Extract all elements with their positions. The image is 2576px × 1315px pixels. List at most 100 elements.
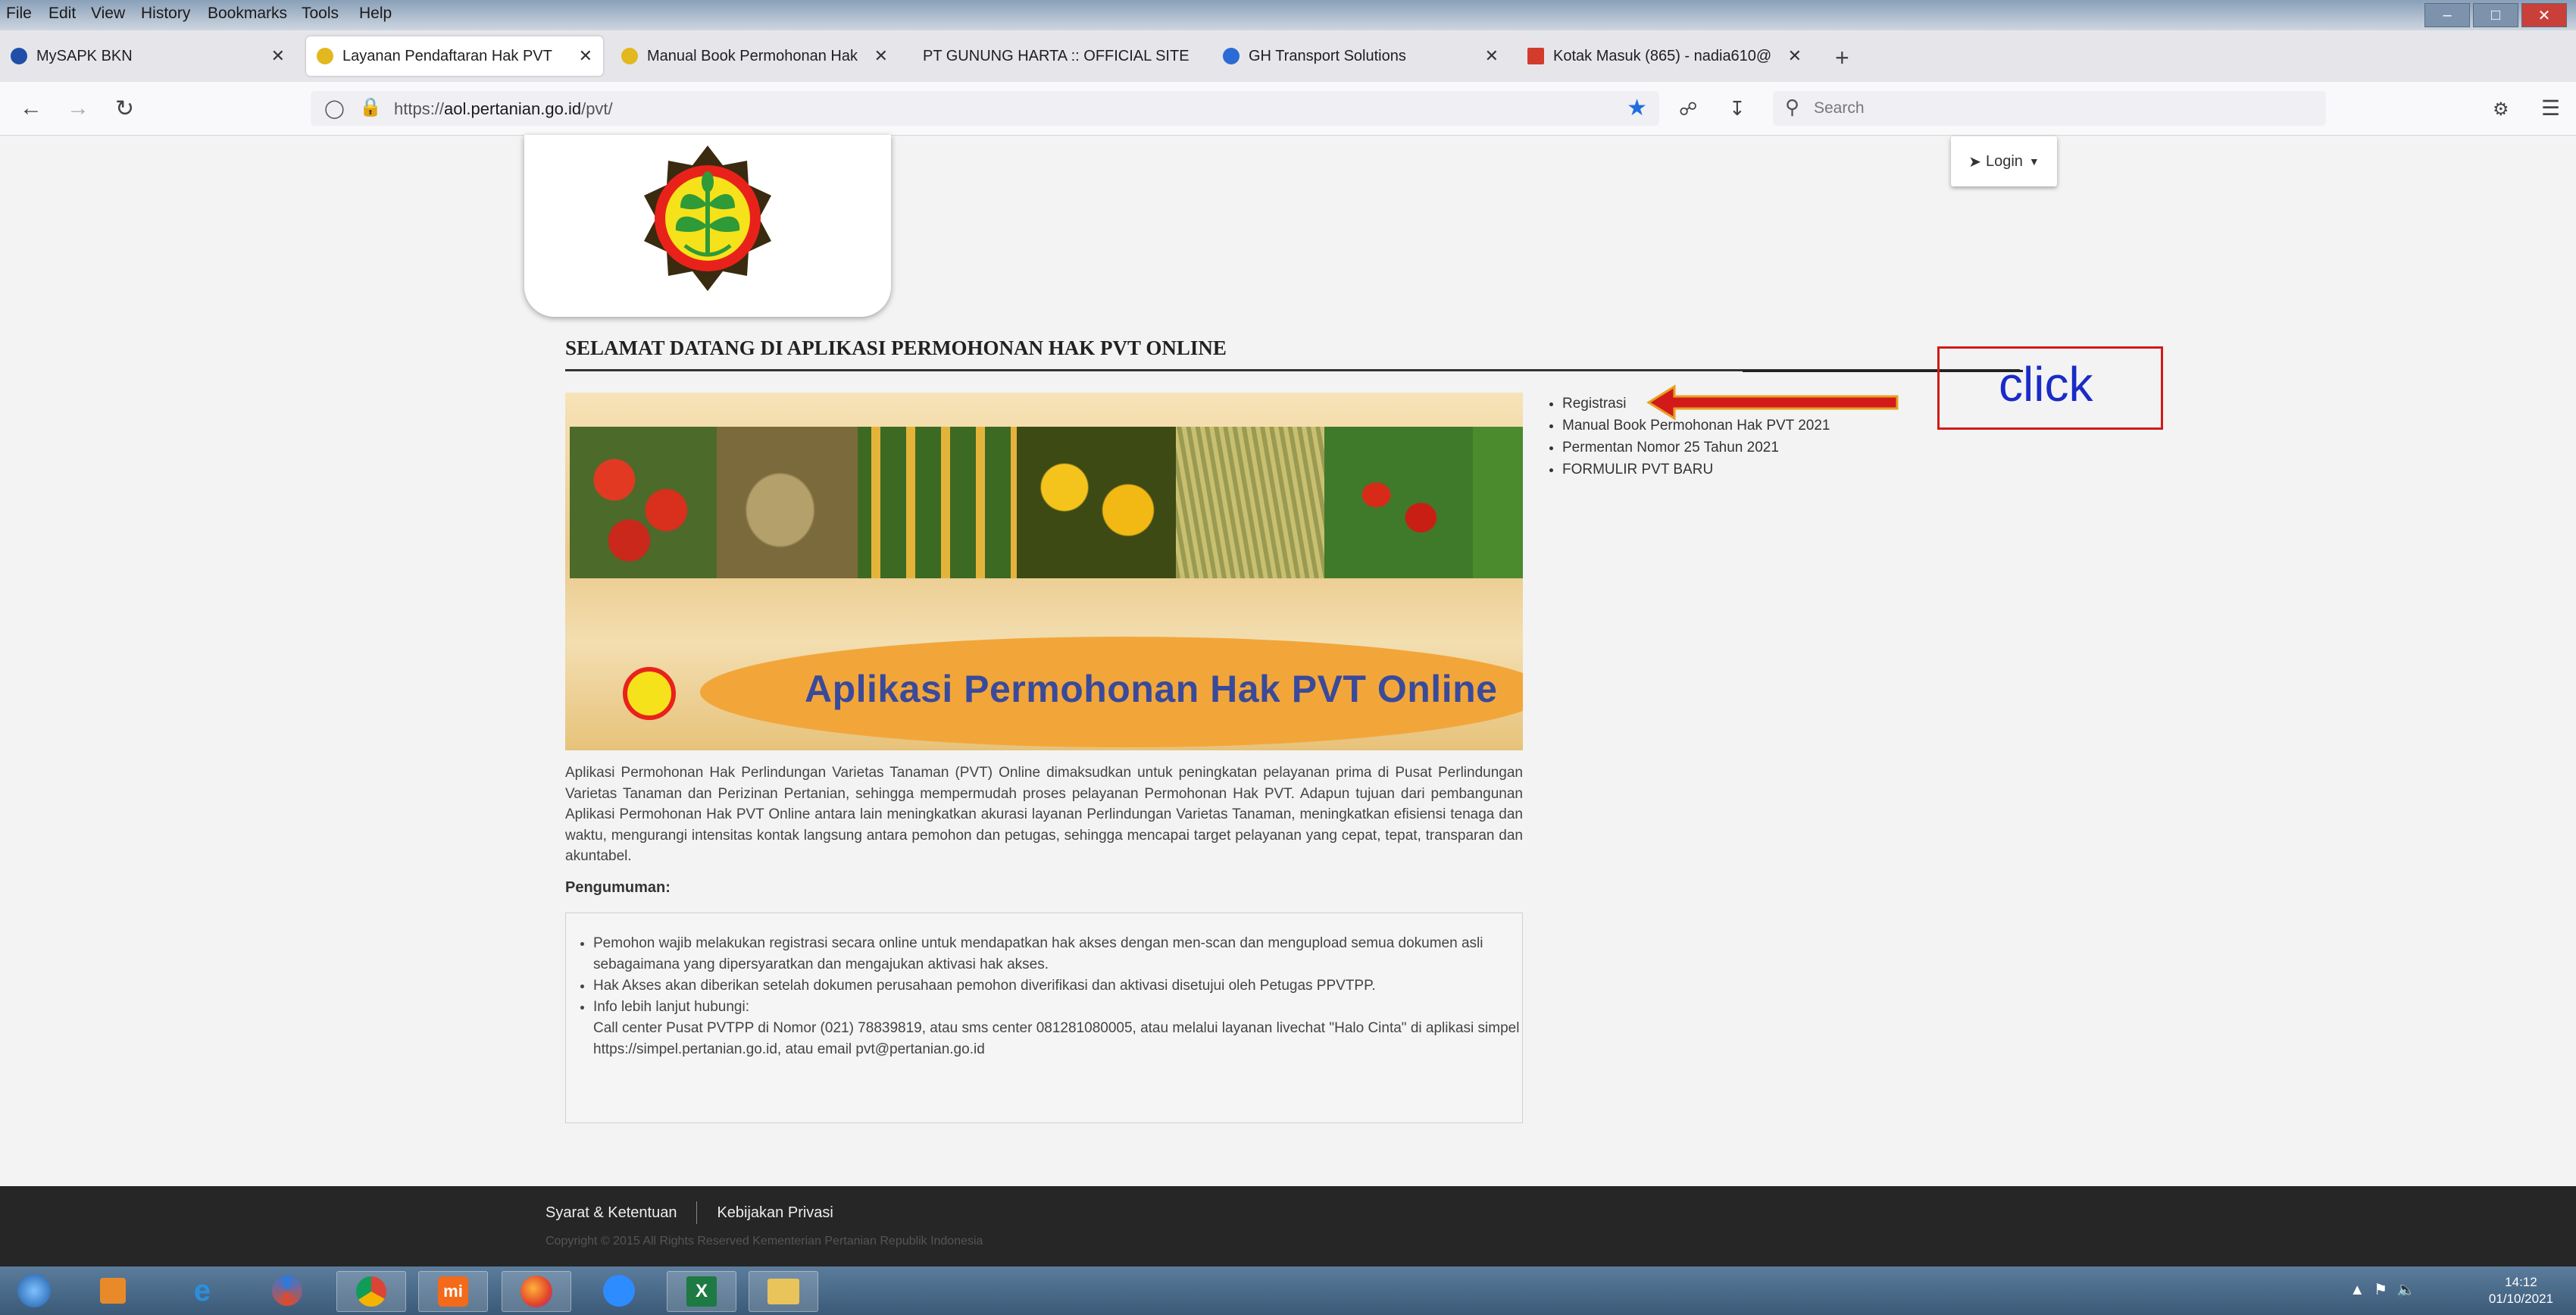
bookmark-star-icon[interactable]: ★	[1627, 95, 1647, 121]
taskbar-excel[interactable]: X	[667, 1271, 736, 1312]
windows-start-icon	[17, 1274, 51, 1307]
pocket-icon[interactable]: ☍	[1679, 99, 1697, 121]
tab-title: Manual Book Permohonan Hak	[647, 47, 858, 64]
tab-favicon-icon	[1223, 48, 1240, 64]
maximize-icon[interactable]: □	[2473, 3, 2518, 27]
taskbar-media-player[interactable]	[79, 1271, 147, 1310]
page-title: SELAMAT DATANG DI APLIKASI PERMOHONAN HA…	[565, 337, 1227, 359]
menu-bookmarks[interactable]: Bookmarks	[208, 5, 287, 23]
tab-gmail[interactable]: Kotak Masuk (865) - nadia610@ ✕	[1517, 36, 1812, 76]
search-box[interactable]: ⚲ Search	[1773, 91, 2326, 126]
close-tab-icon[interactable]: ✕	[1788, 46, 1802, 66]
close-tab-icon[interactable]: ✕	[1485, 46, 1499, 66]
lock-icon[interactable]: 🔒	[359, 96, 382, 118]
tab-mysapk[interactable]: MySAPK BKN ✕	[0, 36, 295, 76]
kementan-logo	[644, 146, 771, 291]
taskbar-app[interactable]	[253, 1271, 321, 1310]
taskbar-file-explorer[interactable]	[749, 1271, 818, 1312]
chrome-icon	[356, 1276, 386, 1307]
taskbar-mi[interactable]: mi	[418, 1271, 488, 1312]
close-tab-icon[interactable]: ✕	[271, 46, 285, 66]
address-bar[interactable]: ◯ 🔒 https://aol.pertanian.go.id/pvt/ ★	[311, 91, 1659, 126]
gmail-icon	[1527, 48, 1544, 64]
taskbar-internet-explorer[interactable]: e	[168, 1271, 236, 1310]
navigation-bar: ← → ↻ ◯ 🔒 https://aol.pertanian.go.id/pv…	[0, 82, 2576, 136]
footer-link-privacy[interactable]: Kebijakan Privasi	[717, 1204, 833, 1222]
url-text[interactable]: https://aol.pertanian.go.id/pvt/	[394, 99, 613, 119]
hero-banner: Aplikasi Permohonan Hak PVT Online	[565, 393, 1523, 750]
menu-bar: File Edit View History Bookmarks Tools H…	[0, 0, 2576, 30]
taskbar: e mi X ▲⚑🔈 14:12 01/10/2021	[0, 1266, 2576, 1315]
system-clock[interactable]: 14:12 01/10/2021	[2489, 1274, 2553, 1307]
internet-explorer-icon: e	[193, 1273, 211, 1307]
login-label: Login	[1985, 152, 2023, 170]
extensions-icon[interactable]: ⚙	[2493, 99, 2509, 121]
menu-edit[interactable]: Edit	[48, 5, 76, 23]
close-tab-icon[interactable]: ✕	[579, 46, 592, 66]
login-button[interactable]: ➤ Login ▼	[1951, 136, 2057, 186]
banner-logo-icon	[623, 667, 676, 720]
mi-icon: mi	[438, 1276, 468, 1307]
click-annotation-label: click	[1999, 357, 2093, 412]
download-icon[interactable]: ↧	[1729, 97, 1746, 121]
clock-date: 01/10/2021	[2488, 1292, 2553, 1306]
firefox-icon	[521, 1276, 552, 1307]
menu-file[interactable]: File	[6, 5, 32, 23]
page-footer: Syarat & Ketentuan Kebijakan Privasi Cop…	[0, 1186, 2576, 1266]
start-button[interactable]	[0, 1271, 68, 1310]
rice-photo	[1176, 427, 1324, 578]
reload-icon[interactable]: ↻	[115, 95, 134, 122]
shield-icon[interactable]: ◯	[324, 98, 345, 120]
volume-icon[interactable]: 🔈	[2396, 1282, 2424, 1298]
back-arrow-icon[interactable]: ←	[20, 95, 42, 121]
durian-photo	[717, 427, 858, 578]
tray-expand-icon[interactable]: ▲	[2349, 1282, 2374, 1298]
announcement-item: Info lebih lanjut hubungi: Call center P…	[593, 997, 1522, 1060]
tomato-photo	[570, 427, 718, 578]
taskbar-zoom[interactable]	[585, 1271, 653, 1310]
red-arrow-annotation	[1646, 384, 1899, 421]
tab-gunung-harta[interactable]: PT GUNUNG HARTA :: OFFICIAL SITE	[906, 36, 1202, 76]
tab-title: Layanan Pendaftaran Hak PVT	[342, 47, 552, 64]
taskbar-firefox[interactable]	[502, 1271, 571, 1312]
tab-bar: MySAPK BKN ✕ Layanan Pendaftaran Hak PVT…	[0, 30, 2576, 82]
menu-help[interactable]: Help	[359, 5, 392, 23]
link-permentan[interactable]: Permentan Nomor 25 Tahun 2021	[1562, 437, 1830, 459]
system-tray[interactable]: ▲⚑🔈	[2349, 1280, 2424, 1299]
announcement-item: Pemohon wajib melakukan registrasi secar…	[593, 933, 1522, 975]
menu-tools[interactable]: Tools	[302, 5, 339, 23]
tab-favicon-icon	[317, 48, 333, 64]
tab-favicon-icon	[11, 48, 27, 64]
logo-card	[524, 135, 891, 317]
tab-title: PT GUNUNG HARTA :: OFFICIAL SITE	[923, 47, 1190, 64]
menu-view[interactable]: View	[91, 5, 125, 23]
search-placeholder: Search	[1814, 99, 1865, 117]
tab-manual-book[interactable]: Manual Book Permohonan Hak ✕	[611, 36, 899, 76]
intro-paragraph: Aplikasi Permohonan Hak Perlindungan Var…	[565, 765, 1523, 864]
search-icon: ⚲	[1785, 95, 1800, 118]
forward-arrow-icon[interactable]: →	[67, 95, 89, 121]
banner-title: Aplikasi Permohonan Hak PVT Online	[805, 668, 1498, 710]
minimize-icon[interactable]: –	[2424, 3, 2470, 27]
app-icon	[272, 1276, 302, 1306]
taskbar-chrome[interactable]	[336, 1271, 406, 1312]
close-tab-icon[interactable]: ✕	[874, 46, 888, 66]
tab-layanan-pvt[interactable]: Layanan Pendaftaran Hak PVT ✕	[306, 36, 603, 76]
new-tab-button[interactable]: +	[1835, 44, 1849, 72]
media-player-icon	[100, 1278, 126, 1304]
hamburger-menu-icon[interactable]: ☰	[2541, 95, 2560, 121]
contact-info: Call center Pusat PVTPP di Nomor (021) 7…	[593, 1020, 1520, 1057]
link-formulir[interactable]: FORMULIR PVT BARU	[1562, 459, 1830, 481]
login-icon: ➤	[1968, 153, 1981, 171]
close-window-icon[interactable]: ✕	[2521, 3, 2567, 27]
copyright-text: Copyright © 2015 All Rights Reserved Kem…	[546, 1235, 983, 1248]
clock-time: 14:12	[2505, 1275, 2537, 1289]
tab-gh-transport[interactable]: GH Transport Solutions ✕	[1212, 36, 1509, 76]
footer-links: Syarat & Ketentuan Kebijakan Privasi	[546, 1201, 833, 1224]
plant-photo	[1473, 427, 1523, 578]
network-icon[interactable]: ⚑	[2374, 1282, 2396, 1298]
menu-history[interactable]: History	[141, 5, 190, 23]
window-controls: – □ ✕	[2424, 3, 2567, 27]
excel-icon: X	[686, 1276, 717, 1307]
footer-link-terms[interactable]: Syarat & Ketentuan	[546, 1204, 677, 1222]
